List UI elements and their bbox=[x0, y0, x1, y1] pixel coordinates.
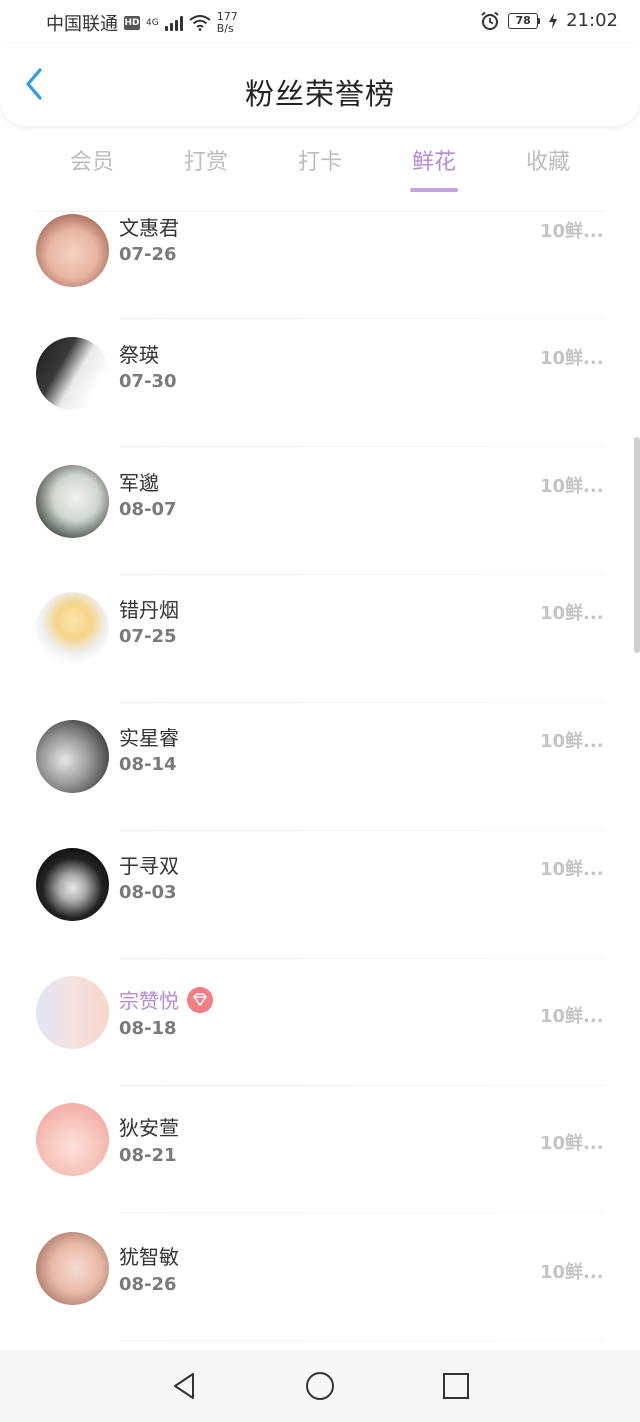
status-left: 中国联通 HD 4G 177 B/s bbox=[46, 10, 238, 36]
tab-label: 打赏 bbox=[183, 150, 228, 175]
name-row: 宗赞悦 bbox=[119, 985, 213, 1014]
avatar bbox=[36, 1103, 109, 1176]
list-item[interactable]: 错丹烟 07-25 10鲜... bbox=[0, 574, 640, 703]
tab-members[interactable]: 会员 bbox=[35, 144, 149, 194]
avatar bbox=[36, 337, 109, 410]
vip-badge-icon bbox=[187, 986, 213, 1013]
tab-favorites[interactable]: 收藏 bbox=[491, 144, 605, 194]
list-item[interactable]: 狄安萱 08-21 10鲜... bbox=[0, 1085, 640, 1213]
flower-count: 10鲜... bbox=[540, 1006, 604, 1027]
fan-date: 08-03 bbox=[119, 882, 177, 903]
nav-recents-button[interactable] bbox=[441, 1371, 471, 1401]
fan-name: 实星睿 bbox=[119, 726, 179, 750]
avatar bbox=[36, 848, 109, 921]
fan-list[interactable]: 文惠君 07-26 10鲜... 祭瑛 07-30 10鲜... 军邈 08-0… bbox=[0, 212, 640, 1350]
signal-icon bbox=[164, 15, 183, 31]
flower-count: 10鲜... bbox=[540, 731, 604, 752]
name-row: 军邈 bbox=[119, 467, 159, 496]
flower-count: 10鲜... bbox=[540, 348, 604, 369]
list-item[interactable]: 祭瑛 07-30 10鲜... bbox=[0, 319, 640, 447]
scrollbar[interactable] bbox=[634, 437, 640, 653]
fan-date: 08-07 bbox=[119, 499, 177, 520]
tab-label: 鲜花 bbox=[411, 150, 456, 175]
charging-icon bbox=[549, 12, 558, 29]
fan-date: 08-14 bbox=[119, 754, 177, 775]
flower-count: 10鲜... bbox=[540, 221, 604, 242]
fan-date: 07-30 bbox=[119, 371, 177, 392]
system-nav-bar bbox=[0, 1350, 640, 1422]
fan-name: 错丹烟 bbox=[119, 598, 179, 622]
avatar bbox=[36, 465, 109, 538]
avatar bbox=[36, 592, 109, 665]
list-item[interactable]: 文惠君 07-26 10鲜... bbox=[0, 212, 640, 319]
battery-icon: 78 bbox=[508, 12, 541, 29]
nav-back-button[interactable] bbox=[169, 1371, 199, 1401]
tab-bar: 会员 打赏 打卡 鲜花 收藏 bbox=[35, 144, 605, 194]
nav-home-button[interactable] bbox=[305, 1371, 335, 1401]
tab-tips[interactable]: 打赏 bbox=[149, 144, 263, 194]
name-row: 实星睿 bbox=[119, 722, 179, 751]
tab-label: 会员 bbox=[69, 150, 114, 175]
list-item[interactable]: 实星睿 08-14 10鲜... bbox=[0, 702, 640, 831]
name-row: 于寻双 bbox=[119, 850, 179, 879]
avatar bbox=[36, 720, 109, 793]
fan-name: 军邈 bbox=[119, 471, 159, 495]
avatar bbox=[36, 976, 109, 1049]
page-title: 粉丝荣誉榜 bbox=[244, 77, 395, 111]
flower-count: 10鲜... bbox=[540, 1262, 604, 1283]
flower-count: 10鲜... bbox=[540, 859, 604, 880]
battery-level: 78 bbox=[508, 12, 539, 29]
list-item[interactable]: 于寻双 08-03 10鲜... bbox=[0, 830, 640, 959]
fan-name: 宗赞悦 bbox=[119, 989, 179, 1013]
tab-checkin[interactable]: 打卡 bbox=[263, 144, 377, 194]
list-item[interactable]: 军邈 08-07 10鲜... bbox=[0, 447, 640, 575]
divider bbox=[119, 1340, 604, 1341]
list-item[interactable]: 犹智敏 08-26 10鲜... bbox=[0, 1212, 640, 1341]
status-bar: 中国联通 HD 4G 177 B/s 78 21:02 bbox=[0, 0, 640, 44]
network-speed-unit: B/s bbox=[216, 22, 234, 35]
fan-date: 07-25 bbox=[119, 626, 177, 647]
avatar bbox=[36, 214, 109, 287]
hd-icon: HD bbox=[124, 16, 140, 30]
name-row: 祭瑛 bbox=[119, 339, 159, 368]
diamond-icon bbox=[193, 992, 207, 1006]
wifi-icon bbox=[189, 15, 211, 31]
fan-name: 祭瑛 bbox=[119, 343, 159, 367]
clock: 21:02 bbox=[566, 10, 618, 31]
list-item[interactable]: 宗赞悦 08-18 10鲜... bbox=[0, 958, 640, 1086]
carrier-name: 中国联通 bbox=[46, 14, 118, 35]
avatar bbox=[36, 1232, 109, 1305]
fan-name: 于寻双 bbox=[119, 854, 179, 878]
fan-date: 07-26 bbox=[119, 244, 177, 265]
alarm-icon bbox=[481, 11, 499, 30]
triangle-back-icon bbox=[174, 1373, 194, 1399]
circle-home-icon bbox=[306, 1372, 334, 1400]
name-row: 错丹烟 bbox=[119, 594, 179, 623]
network-type: 4G bbox=[146, 17, 159, 28]
fan-date: 08-18 bbox=[119, 1018, 177, 1039]
flower-count: 10鲜... bbox=[540, 603, 604, 624]
fan-date: 08-26 bbox=[119, 1274, 177, 1295]
active-tab-indicator bbox=[410, 188, 458, 192]
name-row: 文惠君 bbox=[119, 212, 179, 241]
flower-count: 10鲜... bbox=[540, 476, 604, 497]
name-row: 狄安萱 bbox=[119, 1112, 179, 1141]
network-speed: 177 B/s bbox=[217, 11, 238, 35]
fan-name: 狄安萱 bbox=[119, 1116, 179, 1140]
tab-flowers[interactable]: 鲜花 bbox=[377, 144, 491, 194]
fan-name: 文惠君 bbox=[119, 216, 179, 240]
tab-label: 打卡 bbox=[297, 150, 342, 175]
header: 粉丝荣誉榜 bbox=[0, 44, 640, 126]
fan-date: 08-21 bbox=[119, 1145, 177, 1166]
tab-label: 收藏 bbox=[525, 150, 570, 175]
flower-count: 10鲜... bbox=[540, 1133, 604, 1154]
fan-name: 犹智敏 bbox=[119, 1245, 179, 1269]
status-right: 78 21:02 bbox=[480, 10, 618, 31]
square-recents-icon bbox=[443, 1373, 469, 1399]
name-row: 犹智敏 bbox=[119, 1241, 179, 1270]
